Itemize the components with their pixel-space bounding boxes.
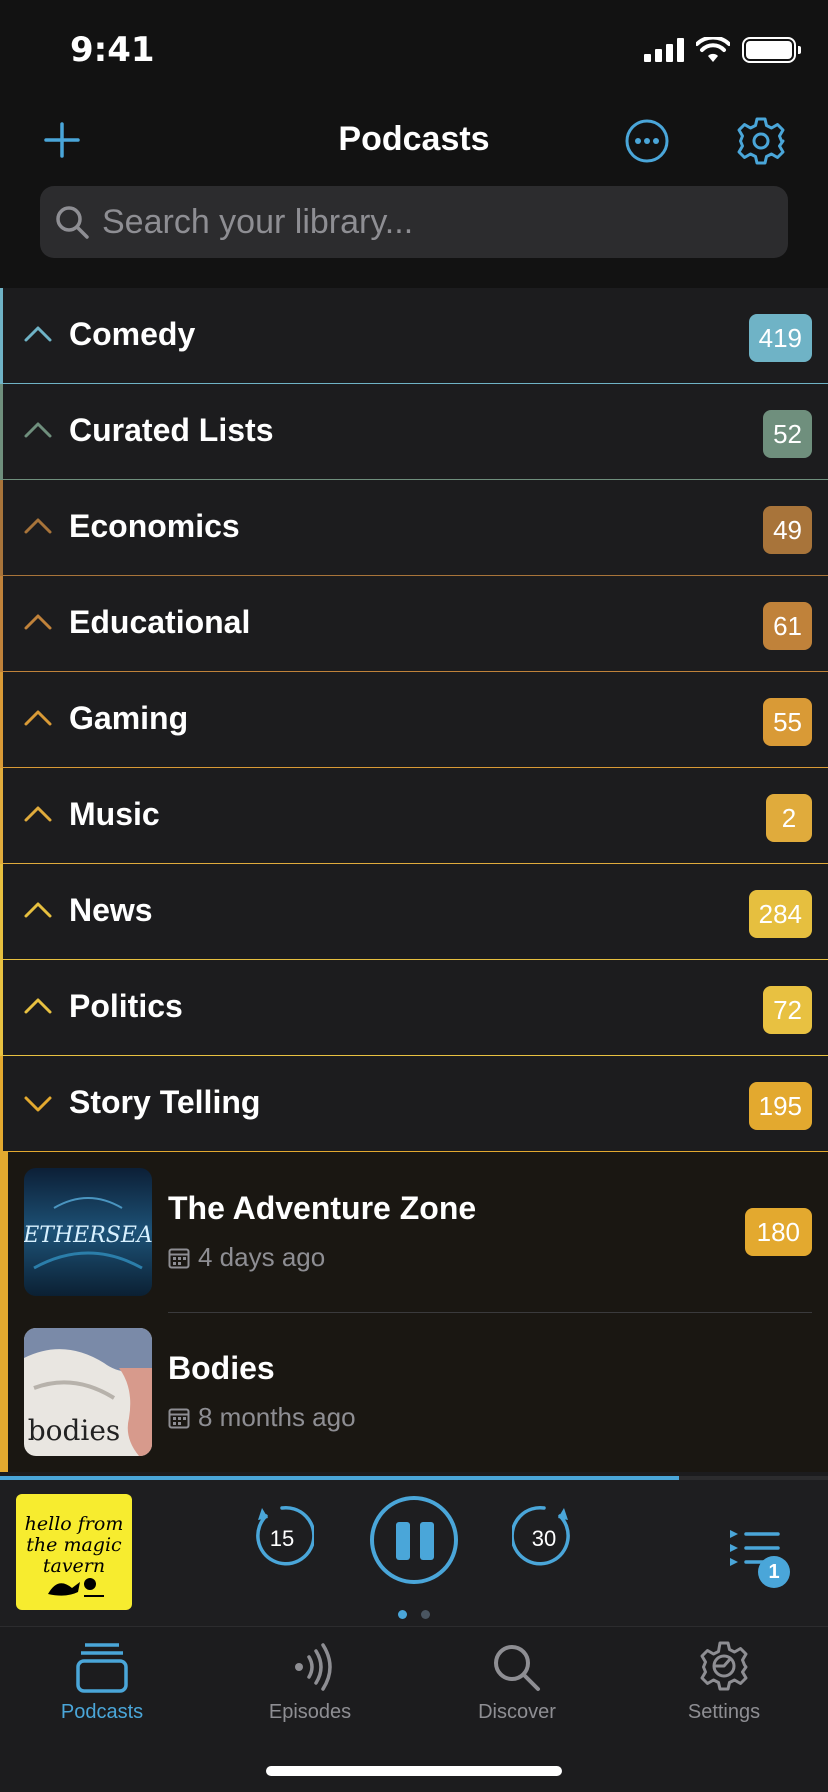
podcast-date-text: 8 months ago bbox=[198, 1402, 356, 1432]
battery-icon bbox=[742, 37, 801, 63]
tab-label: Settings bbox=[687, 1701, 761, 1723]
skip-forward-button[interactable]: 30 bbox=[510, 1504, 576, 1568]
search-input[interactable] bbox=[102, 202, 742, 242]
podcasts-icon bbox=[76, 1643, 128, 1693]
category-label: Educational bbox=[69, 604, 251, 640]
category-row[interactable]: Politics 72 bbox=[0, 960, 828, 1056]
search-bar[interactable] bbox=[40, 186, 788, 258]
category-row[interactable]: Educational 61 bbox=[0, 576, 828, 672]
tab-settings[interactable]: Settings bbox=[634, 1639, 814, 1724]
now-playing-artwork-text: hello from the magic tavern bbox=[24, 1513, 124, 1577]
category-label: Economics bbox=[69, 508, 240, 544]
gear-icon[interactable] bbox=[736, 116, 786, 166]
more-options-button[interactable] bbox=[624, 118, 670, 164]
category-row[interactable]: Story Telling 195 bbox=[0, 1056, 828, 1152]
skip-forward-label: 30 bbox=[531, 1526, 557, 1551]
category-row[interactable]: Music 2 bbox=[0, 768, 828, 864]
chevron-up-icon[interactable] bbox=[21, 798, 55, 832]
category-row[interactable]: Curated Lists 52 bbox=[0, 384, 828, 480]
category-count-badge: 52 bbox=[763, 410, 812, 458]
tab-label: Episodes bbox=[268, 1701, 352, 1723]
top-bar: 9:41 Podcasts bbox=[0, 0, 828, 288]
category-label: Comedy bbox=[69, 316, 196, 352]
skip-back-label: 15 bbox=[269, 1526, 295, 1551]
category-row[interactable]: Comedy 419 bbox=[0, 288, 828, 384]
playback-progress[interactable] bbox=[0, 1476, 828, 1480]
chevron-up-icon[interactable] bbox=[21, 702, 55, 736]
skip-back-button[interactable]: 15 bbox=[250, 1504, 316, 1568]
page-dot bbox=[421, 1610, 430, 1619]
podcast-title: Bodies bbox=[168, 1350, 275, 1386]
pause-button[interactable] bbox=[370, 1496, 458, 1584]
category-count-badge: 284 bbox=[748, 890, 812, 938]
podcast-row-adventure-zone[interactable]: ETHERSEA The Adventure Zone 4 days ago 1… bbox=[8, 1152, 828, 1312]
category-label: Story Telling bbox=[69, 1084, 261, 1120]
tab-label: Podcasts bbox=[60, 1701, 144, 1723]
podcast-row-bodies[interactable]: bodies Bodies 8 months ago bbox=[8, 1312, 828, 1472]
chevron-up-icon[interactable] bbox=[21, 414, 55, 448]
status-icons bbox=[644, 34, 801, 66]
calendar-icon bbox=[168, 1408, 190, 1428]
chevron-up-icon[interactable] bbox=[21, 510, 55, 544]
cellular-signal-icon bbox=[644, 38, 684, 62]
tab-podcasts[interactable]: Podcasts bbox=[12, 1639, 192, 1724]
chevron-up-icon[interactable] bbox=[21, 990, 55, 1024]
chevron-up-icon[interactable] bbox=[21, 606, 55, 640]
category-label: News bbox=[69, 892, 153, 928]
now-playing-artwork[interactable]: hello from the magic tavern bbox=[16, 1494, 132, 1610]
discover-icon bbox=[494, 1645, 540, 1691]
chevron-up-icon[interactable] bbox=[21, 894, 55, 928]
category-list: Comedy 419 Curated Lists 52 Economics 49 Educa… bbox=[0, 288, 828, 1472]
podcast-date: 8 months ago bbox=[168, 1402, 356, 1433]
episodes-icon bbox=[295, 1643, 332, 1691]
category-row[interactable]: Economics 49 bbox=[0, 480, 828, 576]
home-indicator bbox=[266, 1766, 562, 1776]
category-count-badge: 55 bbox=[763, 698, 812, 746]
podcast-artwork-text: bodies bbox=[28, 1414, 121, 1447]
category-count-badge: 2 bbox=[766, 794, 812, 842]
tab-label: Discover bbox=[478, 1701, 556, 1723]
category-count-badge: 61 bbox=[763, 602, 812, 650]
category-count-badge: 49 bbox=[763, 506, 812, 554]
wifi-icon bbox=[696, 37, 730, 62]
page-title: Podcasts bbox=[338, 120, 490, 158]
category-label: Curated Lists bbox=[69, 412, 274, 448]
category-label: Politics bbox=[69, 988, 183, 1024]
playback-progress-fill bbox=[0, 1476, 679, 1480]
category-label: Gaming bbox=[69, 700, 189, 736]
podcast-date: 4 days ago bbox=[168, 1242, 325, 1273]
mini-player: hello from the magic tavern 15 30 1 bbox=[0, 1476, 828, 1626]
status-time: 9:41 bbox=[70, 30, 155, 70]
story-telling-podcasts: ETHERSEA The Adventure Zone 4 days ago 1… bbox=[0, 1152, 828, 1472]
podcast-title: The Adventure Zone bbox=[168, 1190, 477, 1226]
category-count-badge: 195 bbox=[748, 1082, 812, 1130]
podcast-unplayed-count: 180 bbox=[744, 1208, 812, 1256]
page-indicator bbox=[398, 1610, 430, 1619]
podcast-date-text: 4 days ago bbox=[198, 1242, 326, 1272]
podcast-artwork-text: ETHERSEA bbox=[24, 1223, 152, 1248]
queue-count-badge: 1 bbox=[758, 1556, 790, 1588]
category-count-badge: 419 bbox=[748, 314, 812, 362]
tab-episodes[interactable]: Episodes bbox=[220, 1639, 400, 1724]
category-count-badge: 72 bbox=[763, 986, 812, 1034]
chevron-down-icon[interactable] bbox=[21, 1086, 55, 1120]
search-icon bbox=[56, 206, 89, 239]
category-row[interactable]: News 284 bbox=[0, 864, 828, 960]
category-label: Music bbox=[69, 796, 160, 832]
tab-discover[interactable]: Discover bbox=[427, 1639, 607, 1724]
calendar-icon bbox=[168, 1248, 190, 1268]
chevron-up-icon[interactable] bbox=[21, 318, 55, 352]
page-dot bbox=[398, 1610, 407, 1619]
podcast-artwork: bodies bbox=[24, 1328, 152, 1456]
settings-icon bbox=[700, 1641, 748, 1691]
podcast-artwork: ETHERSEA bbox=[24, 1168, 152, 1296]
category-row[interactable]: Gaming 55 bbox=[0, 672, 828, 768]
